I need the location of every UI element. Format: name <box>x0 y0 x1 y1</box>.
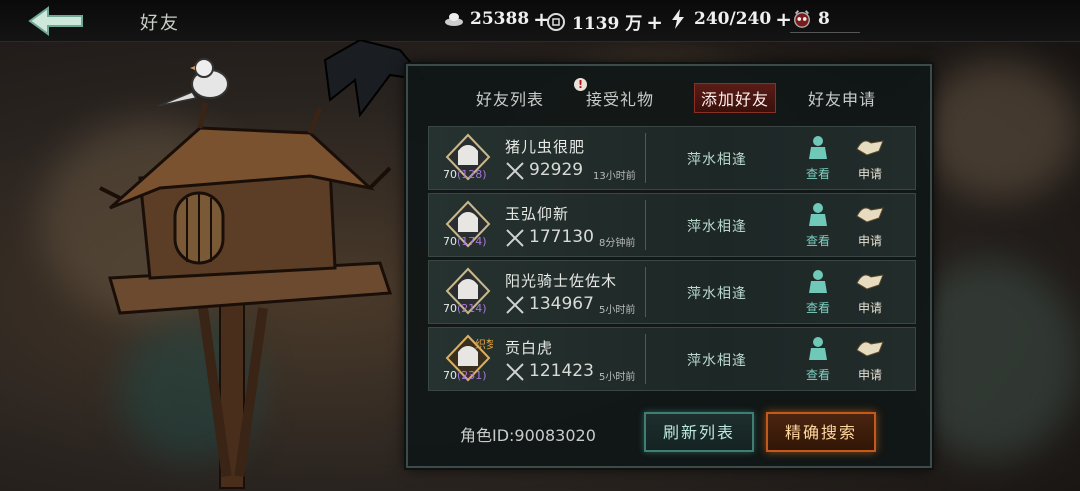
crossed-swords-icon <box>506 296 524 314</box>
person-icon <box>809 270 827 293</box>
divider <box>790 32 860 33</box>
backdrop <box>920 60 1080 200</box>
divider <box>645 334 646 384</box>
player-sublevel: (231) <box>457 369 487 382</box>
last-online: 5小时前 <box>599 305 636 316</box>
apply-button[interactable]: 申请 <box>853 336 887 383</box>
energy-counter: 240/240 + <box>668 9 792 29</box>
role-id: 角色ID:90083020 <box>460 426 596 445</box>
handshake-icon <box>856 140 884 156</box>
list-item: 70(174) 玉弘仰新 177130 8分钟前 萍水相逢 查看 申请 <box>428 193 916 257</box>
add-energy-button[interactable]: + <box>775 9 792 29</box>
handshake-icon <box>856 341 884 357</box>
relation-status: 萍水相逢 <box>687 219 747 235</box>
player-sublevel: (214) <box>457 302 487 315</box>
tab-receive-gifts[interactable]: 接受礼物 <box>586 86 654 110</box>
apply-label: 申请 <box>857 301 882 315</box>
mask-counter: 8 <box>792 9 830 29</box>
tab-add-friend[interactable]: 添加好友 <box>694 83 777 113</box>
apply-label: 申请 <box>857 234 882 248</box>
list-item: 织梦 70(231) 贡白虎 121423 5小时前 萍水相逢 查看 申请 <box>428 327 916 391</box>
silver-ingot-icon <box>444 9 464 29</box>
handshake-icon <box>856 207 884 223</box>
coin-value: 1139 万 <box>572 14 643 34</box>
divider <box>645 267 646 317</box>
silver-counter: 25388 + <box>444 9 550 29</box>
precise-search-button[interactable]: 精确搜索 <box>766 412 876 452</box>
handshake-icon <box>856 274 884 290</box>
view-button[interactable]: 查看 <box>801 336 835 383</box>
player-sublevel: (174) <box>457 235 487 248</box>
tab-bar: 好友列表 ! 接受礼物 添加好友 好友申请 <box>408 66 930 124</box>
add-coin-button[interactable]: + <box>646 12 663 32</box>
tab-friend-list[interactable]: 好友列表 <box>476 86 544 110</box>
crossed-swords-icon <box>506 229 524 247</box>
last-online: 13小时前 <box>593 171 636 182</box>
apply-label: 申请 <box>857 167 882 181</box>
relation-status: 萍水相逢 <box>687 353 747 369</box>
view-label: 查看 <box>805 368 830 382</box>
view-label: 查看 <box>805 234 830 248</box>
friends-panel: 好友列表 ! 接受礼物 添加好友 好友申请 70(128) 猪儿虫很肥 9292… <box>406 64 932 468</box>
tab-friend-requests[interactable]: 好友申请 <box>808 86 876 110</box>
silver-value: 25388 <box>470 9 530 29</box>
combat-power: 121423 <box>529 361 594 381</box>
apply-label: 申请 <box>857 368 882 382</box>
divider <box>645 200 646 250</box>
combat-power: 92929 <box>529 160 584 180</box>
back-arrow-icon <box>28 6 83 36</box>
player-name: 阳光骑士佐佐木 <box>505 272 618 290</box>
person-icon <box>809 337 827 360</box>
player-name: 玉弘仰新 <box>505 205 570 223</box>
combat-power: 134967 <box>529 294 594 314</box>
person-icon <box>809 203 827 226</box>
player-level: 70 <box>443 302 457 315</box>
page-title: 好友 <box>140 13 180 34</box>
top-bar: 好友 25388 + 1139 万 + 240/240 + 8 <box>0 0 1080 42</box>
apply-button[interactable]: 申请 <box>853 202 887 249</box>
coin-counter: 1139 万 + <box>546 9 663 34</box>
view-button[interactable]: 查看 <box>801 135 835 182</box>
demon-mask-icon <box>792 9 812 29</box>
relation-status: 萍水相逢 <box>687 286 747 302</box>
view-label: 查看 <box>805 301 830 315</box>
player-level: 70 <box>443 369 457 382</box>
player-name: 贡白虎 <box>505 339 554 357</box>
refresh-list-button[interactable]: 刷新列表 <box>644 412 754 452</box>
crossed-swords-icon <box>506 363 524 381</box>
list-item: 70(128) 猪儿虫很肥 92929 13小时前 萍水相逢 查看 申请 <box>428 126 916 190</box>
player-name: 猪儿虫很肥 <box>505 138 586 156</box>
apply-button[interactable]: 申请 <box>853 269 887 316</box>
player-level: 70 <box>443 168 457 181</box>
divider <box>645 133 646 183</box>
view-label: 查看 <box>805 167 830 181</box>
mask-value: 8 <box>818 9 830 29</box>
player-sublevel: (128) <box>457 168 487 181</box>
view-button[interactable]: 查看 <box>801 202 835 249</box>
player-level: 70 <box>443 235 457 248</box>
crossed-swords-icon <box>506 162 524 180</box>
combat-power: 177130 <box>529 227 594 247</box>
coin-icon <box>546 12 566 32</box>
lightning-icon <box>668 9 688 29</box>
last-online: 8分钟前 <box>599 238 636 249</box>
dream-weaver-badge: 织梦 <box>475 338 493 351</box>
view-button[interactable]: 查看 <box>801 269 835 316</box>
back-button[interactable] <box>24 4 88 38</box>
person-icon <box>809 136 827 159</box>
apply-button[interactable]: 申请 <box>853 135 887 182</box>
list-item: 70(214) 阳光骑士佐佐木 134967 5小时前 萍水相逢 查看 申请 <box>428 260 916 324</box>
last-online: 5小时前 <box>599 372 636 383</box>
relation-status: 萍水相逢 <box>687 152 747 168</box>
energy-value: 240/240 <box>694 9 772 29</box>
